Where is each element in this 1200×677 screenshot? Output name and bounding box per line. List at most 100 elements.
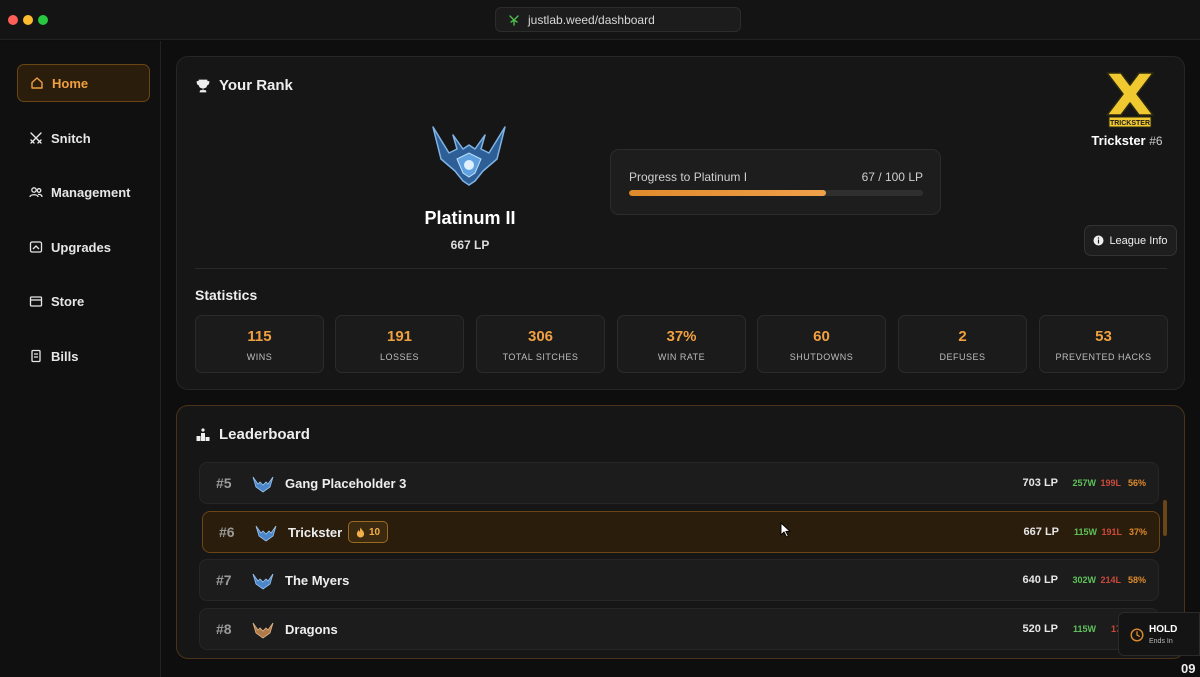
sidebar-item-label: Store — [51, 293, 85, 309]
rank-tier-name: Platinum II — [424, 208, 516, 228]
row-win-rate: 56% — [1127, 478, 1146, 488]
leaderboard-row[interactable]: #7 The Myers 640 LP 302W 214L 58% — [199, 559, 1159, 601]
stat-label: PREVENTED HACKS — [1055, 352, 1152, 362]
sidebar-item-label: Snitch — [51, 130, 91, 146]
rank-emblem-icon — [252, 622, 274, 639]
upgrade-icon — [29, 241, 43, 253]
row-lp: 667 LP — [1023, 526, 1059, 538]
progress-track — [629, 190, 923, 196]
team-rank: #6 — [1149, 134, 1163, 148]
league-info-button[interactable]: League Info — [1084, 225, 1177, 256]
platinum-rank-emblem-icon — [432, 126, 506, 186]
row-lp: 703 LP — [1022, 477, 1058, 489]
maximize-window-button[interactable] — [38, 15, 48, 25]
hold-title: HOLD — [1149, 624, 1178, 635]
stat-value: 191 — [386, 328, 413, 345]
progress-fill — [629, 190, 826, 196]
row-name: Trickster — [288, 525, 343, 540]
stat-label: SHUTDOWNS — [789, 352, 854, 362]
stat-label: DEFUSES — [939, 352, 986, 362]
statistics-title: Statistics — [195, 287, 258, 303]
leaderboard-panel: Leaderboard #5 Gang Placeholder 3 703 LP… — [176, 405, 1185, 659]
row-win-rate: 58% — [1127, 575, 1146, 585]
progress-label: Progress to Platinum I — [629, 170, 748, 184]
browser-titlebar: justlab.weed/dashboard — [0, 0, 1200, 40]
url-text: justlab.weed/dashboard — [528, 12, 655, 27]
stat-card-wins: 115 WINS — [195, 315, 324, 373]
app-window: justlab.weed/dashboard Home Snitch Manag… — [0, 0, 1200, 677]
hold-subtitle: Ends In — [1149, 638, 1173, 645]
rank-section-title: Your Rank — [195, 77, 293, 94]
minimize-window-button[interactable] — [23, 15, 33, 25]
hold-widget[interactable]: HOLD Ends In — [1118, 612, 1200, 656]
rank-progress-card: Progress to Platinum I 67 / 100 LP — [610, 149, 941, 215]
row-win-rate: 37% — [1128, 527, 1147, 537]
leaf-icon — [509, 14, 519, 26]
team-name: Trickster — [1091, 133, 1146, 148]
address-bar[interactable]: justlab.weed/dashboard — [495, 7, 741, 32]
sidebar-item-upgrades[interactable]: Upgrades — [17, 228, 150, 266]
stat-value: 37% — [666, 328, 697, 345]
rank-lp: 667 LP — [450, 238, 490, 252]
sidebar-item-management[interactable]: Management — [17, 173, 150, 211]
row-lp: 640 LP — [1022, 574, 1058, 586]
close-window-button[interactable] — [8, 15, 18, 25]
store-icon — [29, 296, 43, 307]
stat-card-win-rate: 37% WIN RATE — [617, 315, 746, 373]
stat-label: WIN RATE — [657, 352, 706, 362]
stat-value: 2 — [958, 328, 967, 345]
row-losses: 214L — [1100, 575, 1121, 585]
stat-card-losses: 191 LOSSES — [335, 315, 464, 373]
stat-label: LOSSES — [379, 352, 420, 362]
row-wins: 115W — [1072, 624, 1096, 634]
countdown-digits: 09 — [1181, 661, 1196, 676]
row-wins: 115W — [1073, 527, 1097, 537]
row-position: #5 — [216, 475, 232, 491]
row-position: #6 — [219, 524, 235, 540]
row-losses: 191L — [1101, 527, 1122, 537]
rank-panel: Your Rank Platinum II 667 LP Progress to… — [176, 56, 1185, 390]
leaderboard-row-current-team[interactable]: #6 Trickster 10 667 LP 115W 191L 37% — [202, 511, 1160, 553]
trophy-icon — [196, 79, 210, 92]
rank-emblem-icon — [252, 476, 274, 493]
sidebar-item-home[interactable]: Home — [17, 64, 150, 102]
leaderboard-row[interactable]: #5 Gang Placeholder 3 703 LP 257W 199L 5… — [199, 462, 1159, 504]
bill-icon — [31, 349, 41, 363]
row-lp: 520 LP — [1022, 623, 1058, 635]
svg-text:TRICKSTER: TRICKSTER — [1110, 120, 1150, 127]
sidebar-item-label: Upgrades — [51, 239, 111, 255]
info-icon — [1093, 235, 1104, 246]
home-icon — [31, 77, 43, 89]
stat-value: 60 — [813, 328, 830, 345]
rank-emblem-icon — [255, 525, 277, 542]
leaderboard-row[interactable]: #8 Dragons 520 LP 115W 17 — [199, 608, 1159, 650]
rank-emblem-icon — [252, 573, 274, 590]
stat-card-prevented-hacks: 53 PREVENTED HACKS — [1039, 315, 1168, 373]
sidebar-item-label: Bills — [51, 348, 79, 364]
stat-label: TOTAL SITCHES — [502, 352, 579, 362]
users-icon — [29, 187, 43, 198]
section-divider — [195, 268, 1167, 269]
flame-icon — [356, 527, 365, 537]
stat-card-total-sitches: 306 TOTAL SITCHES — [476, 315, 605, 373]
row-wins: 302W — [1072, 575, 1096, 585]
streak-badge: 10 — [348, 521, 389, 543]
row-name: Dragons — [285, 622, 338, 637]
sidebar-item-label: Home — [52, 75, 89, 91]
clock-icon — [1130, 628, 1144, 642]
leaderboard-scrollbar[interactable] — [1163, 500, 1167, 536]
leaderboard-title: Leaderboard — [195, 426, 310, 443]
sidebar-item-bills[interactable]: Bills — [17, 337, 150, 375]
row-position: #8 — [216, 621, 232, 637]
row-losses: 199L — [1100, 478, 1121, 488]
sidebar-item-store[interactable]: Store — [17, 282, 150, 320]
swords-icon — [30, 132, 42, 144]
sidebar-item-snitch[interactable]: Snitch — [17, 119, 150, 157]
progress-value: 67 / 100 LP — [861, 170, 923, 184]
team-logo: TRICKSTER — [1106, 72, 1154, 128]
stat-value: 115 — [247, 328, 272, 345]
sidebar-item-label: Management — [51, 184, 131, 200]
stat-card-shutdowns: 60 SHUTDOWNS — [757, 315, 886, 373]
row-position: #7 — [216, 572, 232, 588]
stat-value: 306 — [527, 328, 554, 345]
